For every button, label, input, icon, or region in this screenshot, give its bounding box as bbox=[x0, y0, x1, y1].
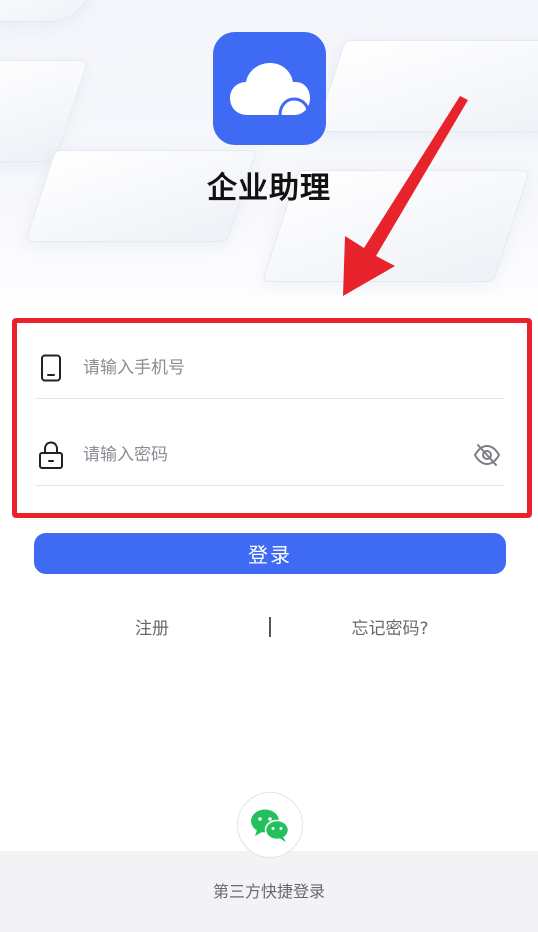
forgot-password-link[interactable]: 忘记密码? bbox=[335, 614, 445, 639]
login-button[interactable]: 登录 bbox=[34, 533, 506, 574]
register-link[interactable]: 注册 bbox=[120, 614, 184, 639]
lock-icon bbox=[37, 439, 65, 471]
phone-icon bbox=[37, 352, 65, 384]
link-divider bbox=[269, 617, 271, 637]
cloud-icon bbox=[229, 62, 310, 116]
app-logo bbox=[213, 32, 326, 145]
password-input[interactable] bbox=[81, 434, 471, 476]
wechat-login-button[interactable] bbox=[237, 792, 303, 858]
phone-field[interactable] bbox=[35, 338, 505, 399]
password-field[interactable] bbox=[35, 425, 505, 486]
third-party-login-label: 第三方快捷登录 bbox=[212, 882, 325, 901]
app-title: 企业助理 bbox=[207, 171, 331, 206]
eye-slash-icon[interactable] bbox=[471, 439, 503, 471]
wechat-icon bbox=[251, 809, 290, 842]
phone-input[interactable] bbox=[81, 347, 505, 389]
